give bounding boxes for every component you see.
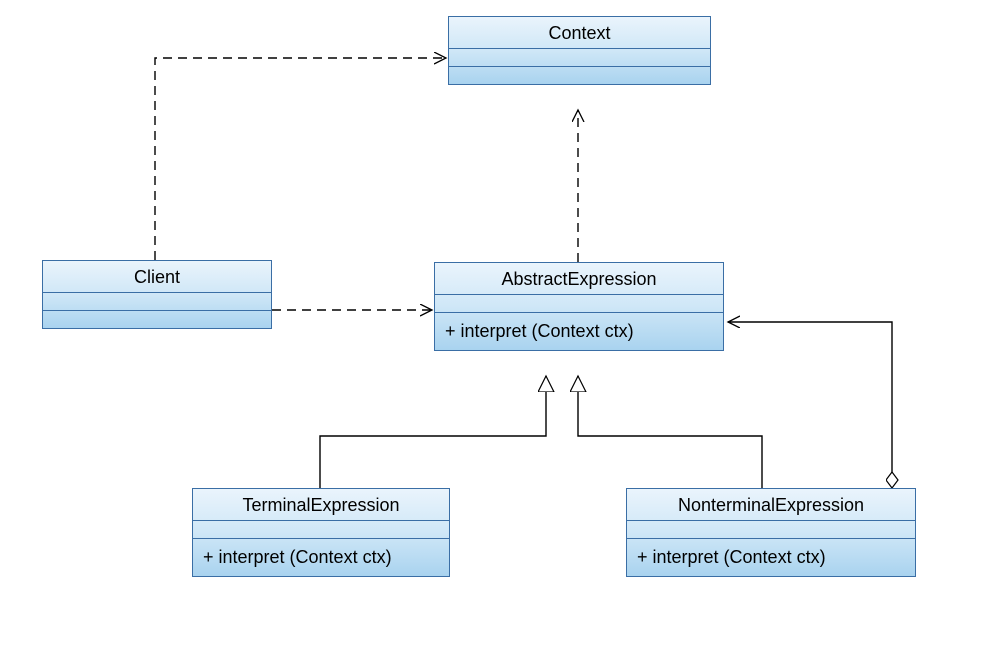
- class-abstract-expression-methods: + interpret (Context ctx): [435, 312, 723, 350]
- class-client-name: Client: [43, 261, 271, 292]
- class-nonterminal-expression: NonterminalExpression + interpret (Conte…: [626, 488, 916, 577]
- class-context-methods: [449, 66, 710, 84]
- generalization-terminal-to-abstract: [320, 376, 546, 488]
- class-terminal-expression-attributes: [193, 520, 449, 538]
- class-context-name: Context: [449, 17, 710, 48]
- class-nonterminal-expression-name: NonterminalExpression: [627, 489, 915, 520]
- class-nonterminal-expression-attributes: [627, 520, 915, 538]
- dependency-client-to-context: [155, 58, 446, 260]
- class-context-attributes: [449, 48, 710, 66]
- class-nonterminal-expression-methods: + interpret (Context ctx): [627, 538, 915, 576]
- class-client: Client: [42, 260, 272, 329]
- class-client-methods: [43, 310, 271, 328]
- aggregation-nonterminal-to-abstract: [728, 322, 892, 488]
- class-terminal-expression: TerminalExpression + interpret (Context …: [192, 488, 450, 577]
- class-context: Context: [448, 16, 711, 85]
- class-abstract-expression: AbstractExpression + interpret (Context …: [434, 262, 724, 351]
- class-abstract-expression-name: AbstractExpression: [435, 263, 723, 294]
- generalization-nonterminal-to-abstract: [578, 376, 762, 488]
- class-client-attributes: [43, 292, 271, 310]
- uml-diagram-canvas: Context Client AbstractExpression + inte…: [0, 0, 984, 645]
- class-terminal-expression-name: TerminalExpression: [193, 489, 449, 520]
- class-abstract-expression-attributes: [435, 294, 723, 312]
- class-terminal-expression-methods: + interpret (Context ctx): [193, 538, 449, 576]
